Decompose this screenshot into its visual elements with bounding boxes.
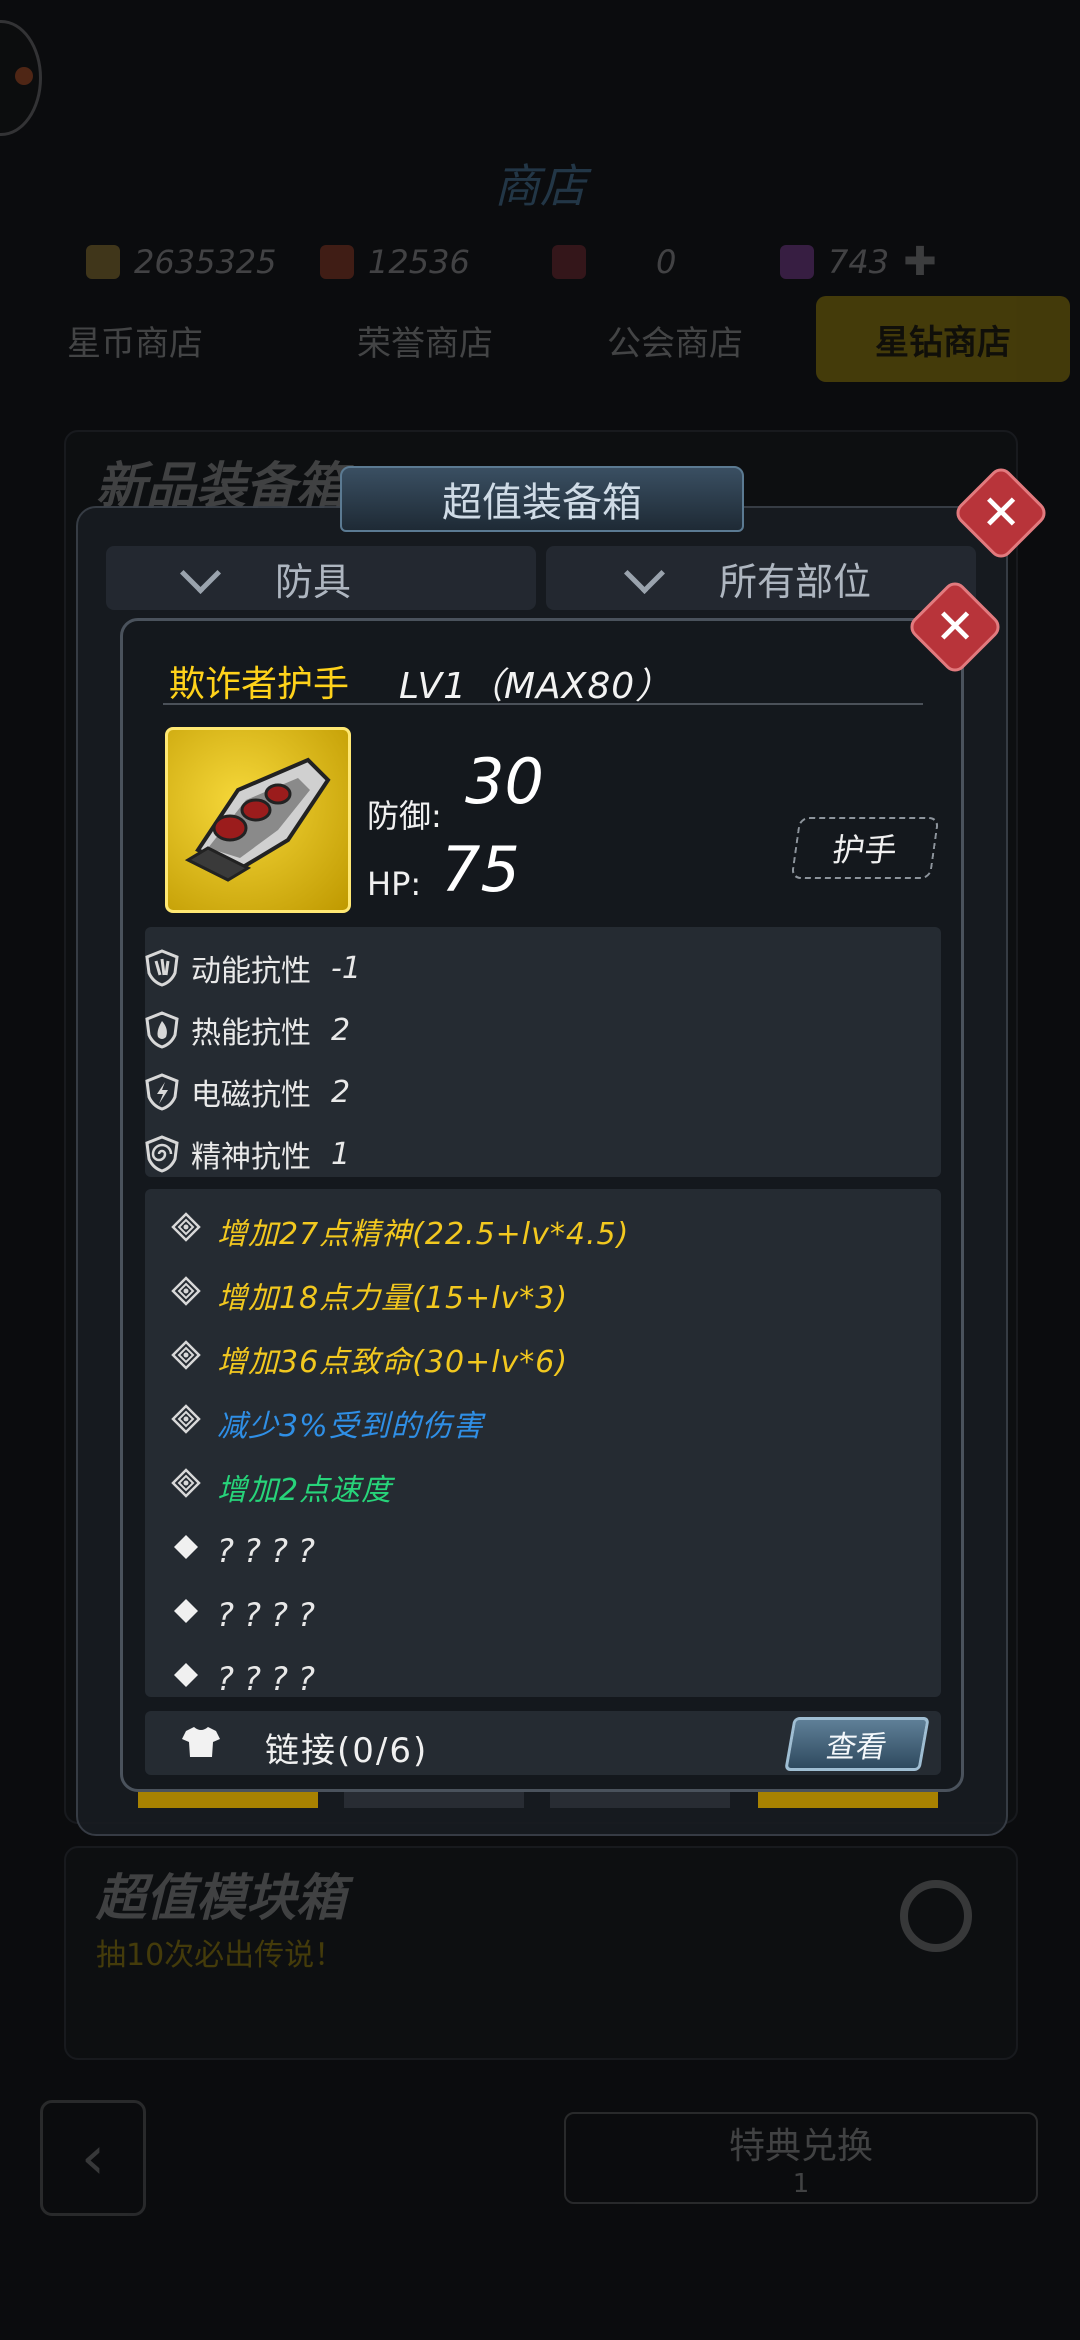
filter-slot-label: 所有部位 — [719, 559, 872, 604]
resistance-row: 动能抗性 -1 — [145, 939, 361, 997]
diamond-icon — [171, 1532, 201, 1570]
close-icon: ✕ — [934, 599, 976, 655]
attribute-text: 增加18点力量(15+lv*3) — [217, 1281, 569, 1316]
attribute-row: 增加18点力量(15+lv*3) — [145, 1265, 568, 1325]
gold-coin-icon — [86, 245, 120, 279]
resistance-value: 2 — [331, 1074, 351, 1110]
currency-badge: 12536 — [320, 240, 470, 284]
attribute-row: 增加27点精神(22.5+lv*4.5) — [145, 1201, 629, 1261]
item-level: LV1（MAX80） — [399, 666, 673, 707]
attribute-text: 增加2点速度 — [217, 1473, 393, 1508]
attribute-text: 减少3%受到的伤害 — [217, 1409, 484, 1444]
rune-diamond-icon — [171, 1212, 201, 1250]
diamond-icon — [171, 1596, 201, 1634]
filter-slot-dropdown[interactable]: 所有部位 — [546, 546, 976, 610]
resistance-value: 2 — [331, 1012, 351, 1048]
view-button-label: 查看 — [823, 1730, 890, 1765]
attribute-row: 减少3%受到的伤害 — [145, 1393, 484, 1453]
rune-diamond-icon — [171, 1404, 201, 1442]
token-icon — [552, 245, 586, 279]
filter-type-label: 防具 — [275, 559, 352, 604]
resistance-row: 热能抗性 2 — [145, 1001, 350, 1059]
chevron-down-icon — [179, 552, 222, 594]
defense-label: 防御: — [367, 797, 442, 835]
exchange-label: 特典兑换 — [728, 2126, 873, 2167]
star-diamond-icon — [780, 245, 814, 279]
attribute-row: 增加36点致命(30+lv*6) — [145, 1329, 568, 1389]
view-button[interactable]: 查看 — [784, 1717, 930, 1771]
hp-value: 75 — [441, 833, 520, 906]
hp-label: HP: — [367, 865, 422, 903]
slot-label: 护手 — [830, 831, 900, 869]
shirt-icon — [181, 1725, 221, 1763]
item-detail-dialog: 欺诈者护手 LV1（MAX80） 防御: 30 HP: 75 护手 动能抗性 -… — [120, 618, 964, 1792]
resistance-value: 1 — [331, 1136, 351, 1172]
defense-value: 30 — [465, 745, 544, 818]
spiral-shield-icon — [145, 1135, 179, 1173]
attribute-text: ???? — [217, 1532, 325, 1570]
rune-diamond-icon — [171, 1340, 201, 1378]
kinetic-shield-icon — [145, 949, 179, 987]
attribute-text: 增加36点致命(30+lv*6) — [217, 1345, 569, 1380]
fire-shield-icon — [145, 1011, 179, 1049]
currency-value: 12536 — [368, 243, 470, 281]
attribute-row: ???? — [145, 1649, 325, 1709]
currency-star-diamond: 743 ✚ — [780, 239, 937, 285]
attribute-row: 增加2点速度 — [145, 1457, 392, 1517]
currency-value: 743 — [828, 243, 890, 281]
resistance-value: -1 — [331, 950, 361, 986]
resistance-name: 动能抗性 — [191, 954, 311, 989]
resistance-name: 热能抗性 — [191, 1016, 311, 1051]
divider — [163, 703, 923, 705]
link-count: 链接(0/6) — [265, 1731, 429, 1771]
currency-gold: 2635325 — [86, 240, 277, 284]
shop-title: 商店 — [494, 159, 586, 213]
item-name: 欺诈者护手 — [169, 664, 350, 705]
attribute-text: ???? — [217, 1596, 325, 1634]
rune-diamond-icon — [171, 1468, 201, 1506]
tab-guild-shop[interactable]: 公会商店 — [600, 310, 750, 370]
currency-token: 0 — [552, 240, 676, 284]
tab-star-diamond-shop[interactable]: 星钻商店 — [816, 296, 1070, 382]
tab-star-coin-shop[interactable]: 星币商店 — [40, 310, 230, 370]
lightning-shield-icon — [145, 1073, 179, 1111]
badge-icon — [320, 245, 354, 279]
back-button[interactable]: ‹ — [40, 2100, 146, 2216]
resistance-row: 电磁抗性 2 — [145, 1063, 350, 1121]
notification-dot — [15, 67, 33, 85]
resistance-name: 精神抗性 — [191, 1140, 311, 1175]
add-currency-icon[interactable]: ✚ — [903, 239, 937, 285]
attribute-row: ???? — [145, 1585, 325, 1645]
currency-value: 2635325 — [134, 243, 277, 281]
chevron-down-icon — [623, 552, 666, 594]
close-icon: ✕ — [980, 485, 1022, 541]
resistance-row: 精神抗性 1 — [145, 1125, 350, 1183]
exchange-count: 1 — [792, 2169, 810, 2199]
attribute-text: ???? — [217, 1660, 325, 1698]
rune-diamond-icon — [171, 1276, 201, 1314]
search-icon[interactable] — [900, 1880, 972, 1952]
slot-badge: 护手 — [790, 817, 940, 879]
link-bar: 链接(0/6) 查看 — [145, 1711, 941, 1775]
exchange-button[interactable]: 特典兑换 1 — [564, 2112, 1038, 2204]
currency-value: 0 — [656, 243, 677, 281]
attribute-text: 增加27点精神(22.5+lv*4.5) — [217, 1217, 630, 1252]
resistance-name: 电磁抗性 — [191, 1078, 311, 1113]
box2-note: 抽10次必出传说！ — [96, 1938, 345, 1973]
attribute-row: ???? — [145, 1521, 325, 1581]
tab-honor-shop[interactable]: 荣誉商店 — [330, 310, 520, 370]
box-dialog-title: 超值装备箱 — [340, 466, 744, 532]
avatar[interactable] — [0, 20, 42, 136]
filter-type-dropdown[interactable]: 防具 — [106, 546, 536, 610]
gauntlet-icon — [165, 727, 351, 913]
diamond-icon — [171, 1660, 201, 1698]
box2-title: 超值模块箱 — [96, 1869, 346, 1927]
